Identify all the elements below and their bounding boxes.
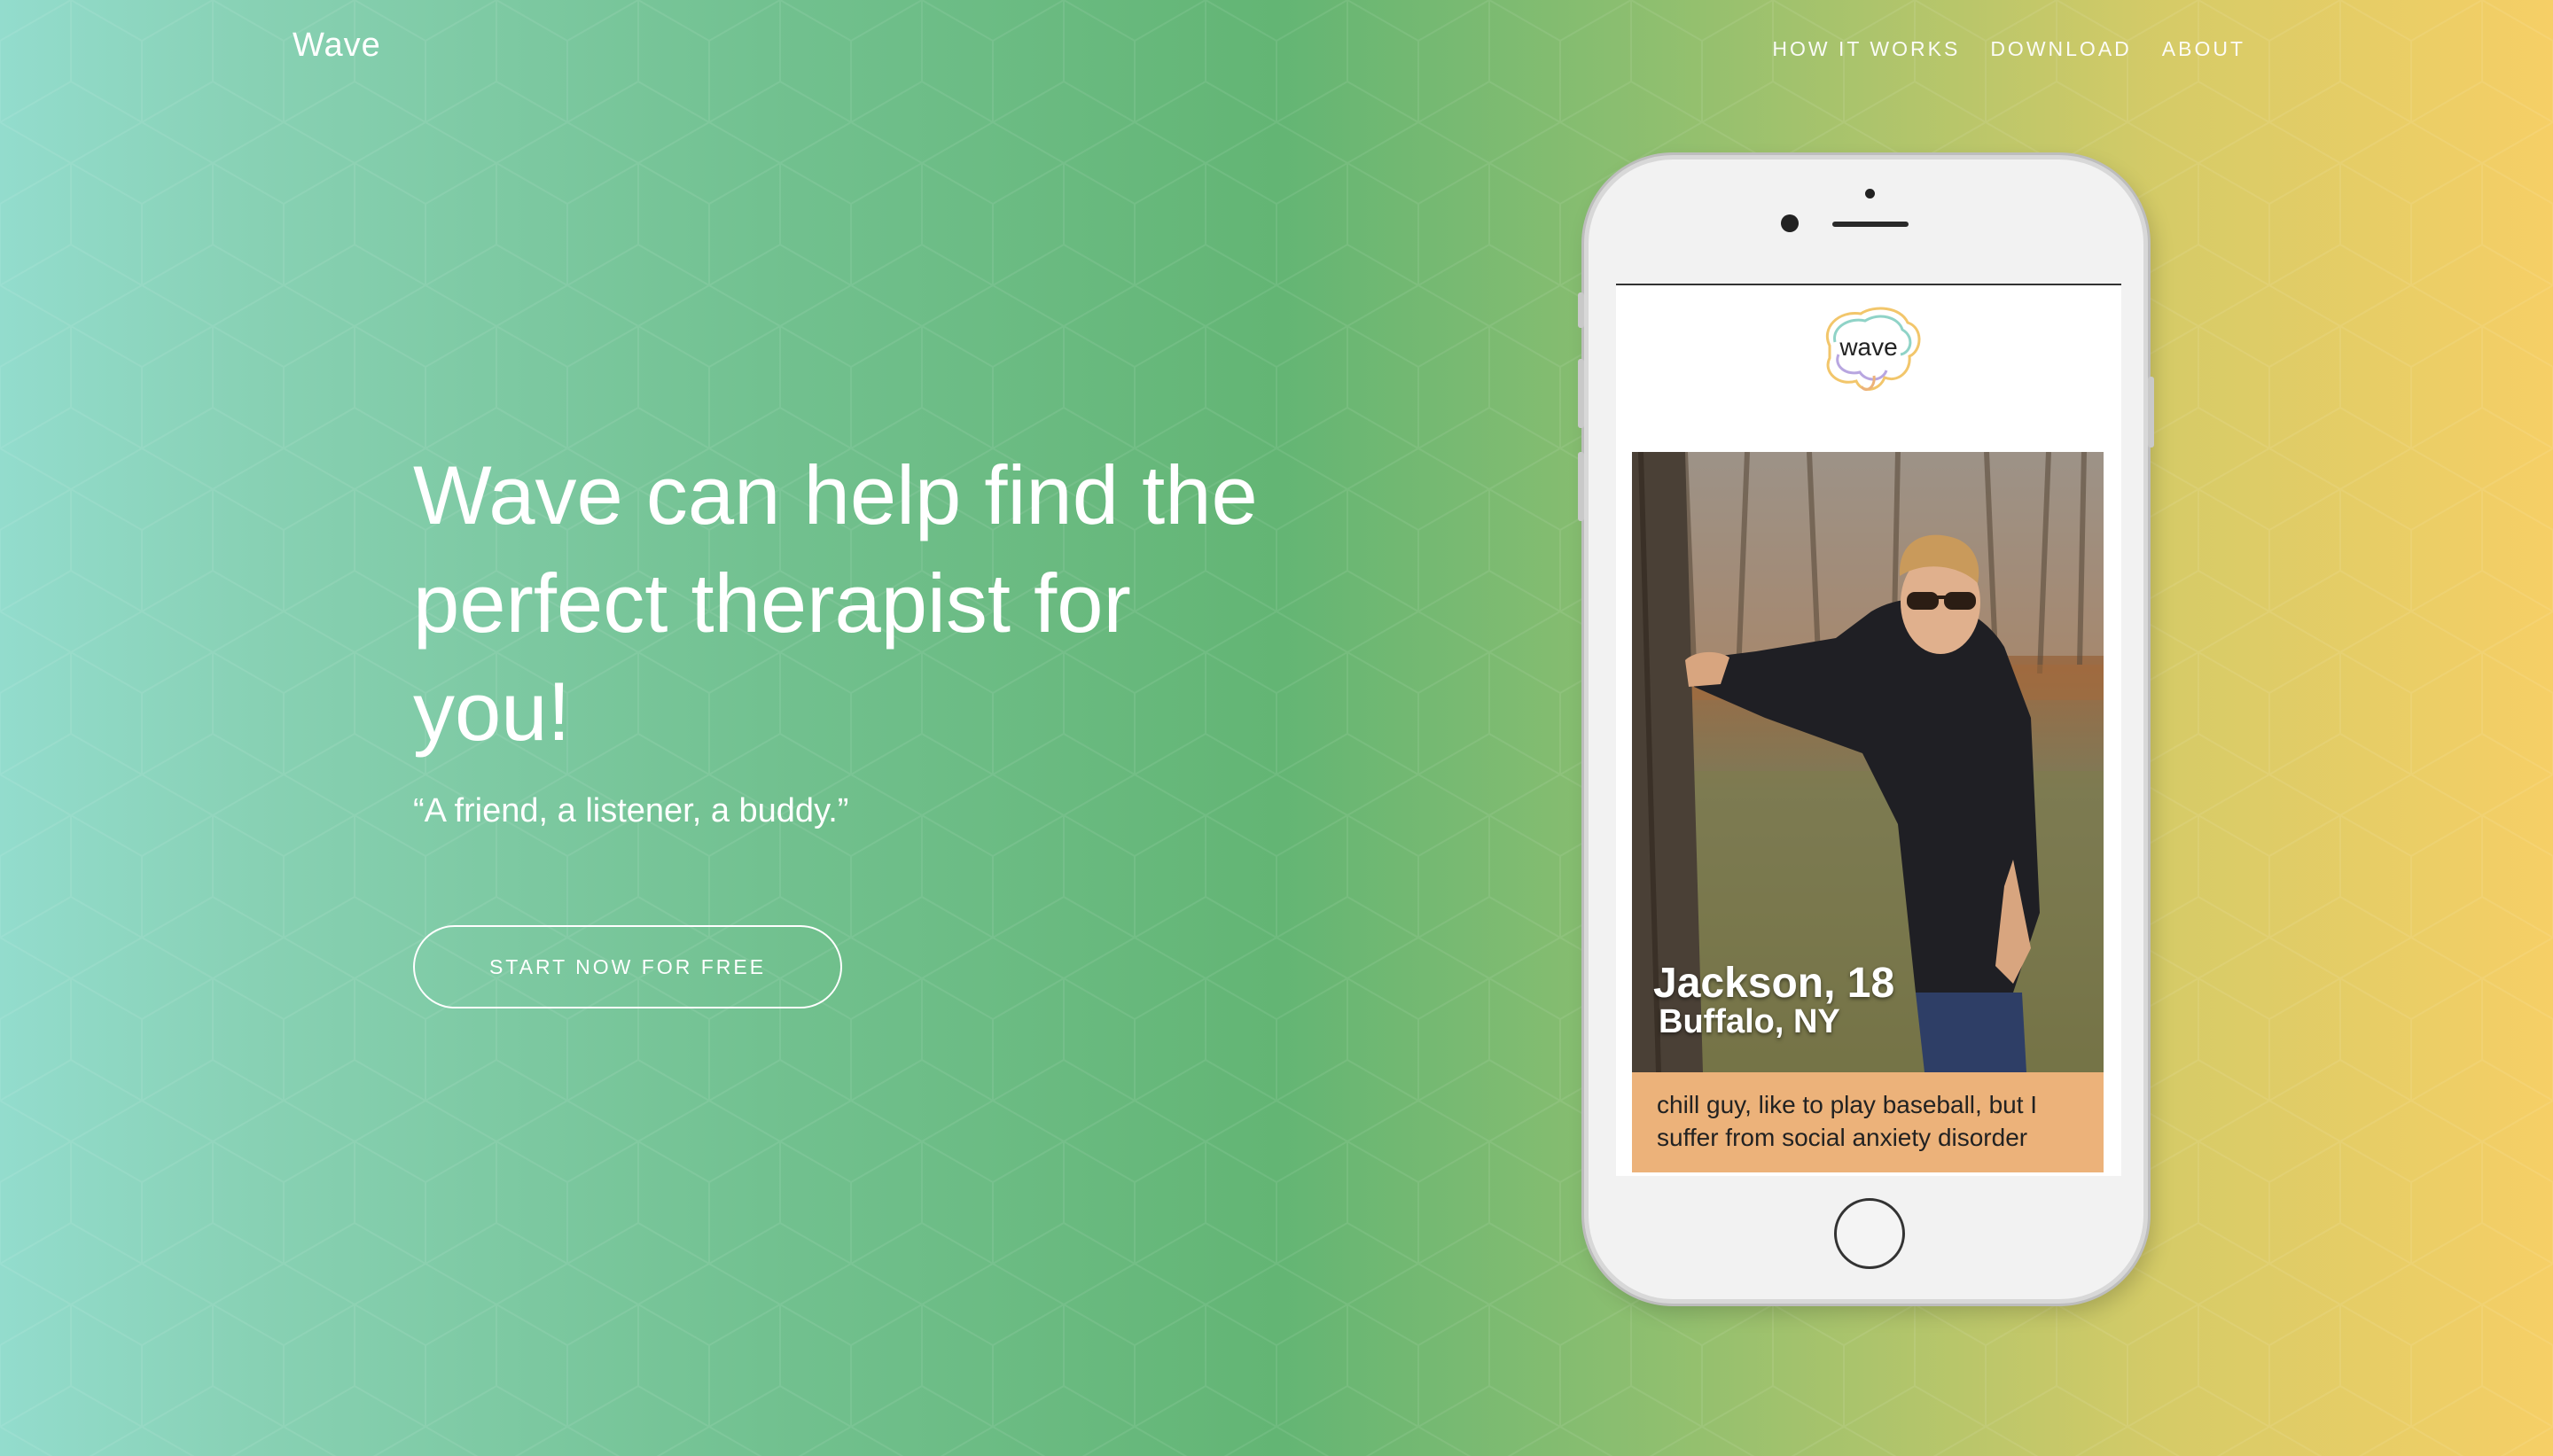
nav-link-download[interactable]: DOWNLOAD — [1990, 37, 2131, 61]
hero-tagline: “A friend, a listener, a buddy.” — [413, 792, 849, 829]
phone-camera — [1781, 214, 1799, 232]
brand-logo[interactable]: Wave — [293, 27, 381, 65]
phone-mockup: wave Jackson, 18 Buffalo, NY chill guy, … — [1578, 155, 2154, 1304]
hero-section: Wave HOW IT WORKS DOWNLOAD ABOUT Wave ca… — [0, 0, 2553, 1456]
phone-speaker — [1832, 222, 1909, 227]
app-logo-text: wave — [1839, 333, 1898, 361]
hero-headline: Wave can help find the perfect therapist… — [413, 448, 1258, 758]
start-now-button[interactable]: START NOW FOR FREE — [413, 925, 842, 1008]
profile-bio: chill guy, like to play baseball, but I … — [1632, 1072, 2104, 1172]
phone-sensor — [1865, 189, 1875, 199]
top-navigation: HOW IT WORKS DOWNLOAD ABOUT — [1772, 37, 2245, 61]
phone-volume-up — [1578, 359, 1584, 428]
phone-volume-down — [1578, 452, 1584, 521]
phone-home-button — [1834, 1198, 1905, 1269]
phone-mute-switch — [1578, 292, 1584, 328]
phone-power-button — [2148, 377, 2154, 448]
profile-location: Buffalo, NY — [1659, 1003, 1840, 1040]
wave-app-logo: wave — [1812, 301, 1925, 401]
nav-link-how-it-works[interactable]: HOW IT WORKS — [1772, 37, 1960, 61]
profile-photo: Jackson, 18 Buffalo, NY — [1632, 452, 2104, 1072]
profile-name-age: Jackson, 18 — [1653, 960, 1895, 1007]
nav-link-about[interactable]: ABOUT — [2162, 37, 2245, 61]
profile-card[interactable]: Jackson, 18 Buffalo, NY chill guy, like … — [1632, 452, 2104, 1172]
phone-screen: wave Jackson, 18 Buffalo, NY chill guy, … — [1616, 284, 2121, 1176]
